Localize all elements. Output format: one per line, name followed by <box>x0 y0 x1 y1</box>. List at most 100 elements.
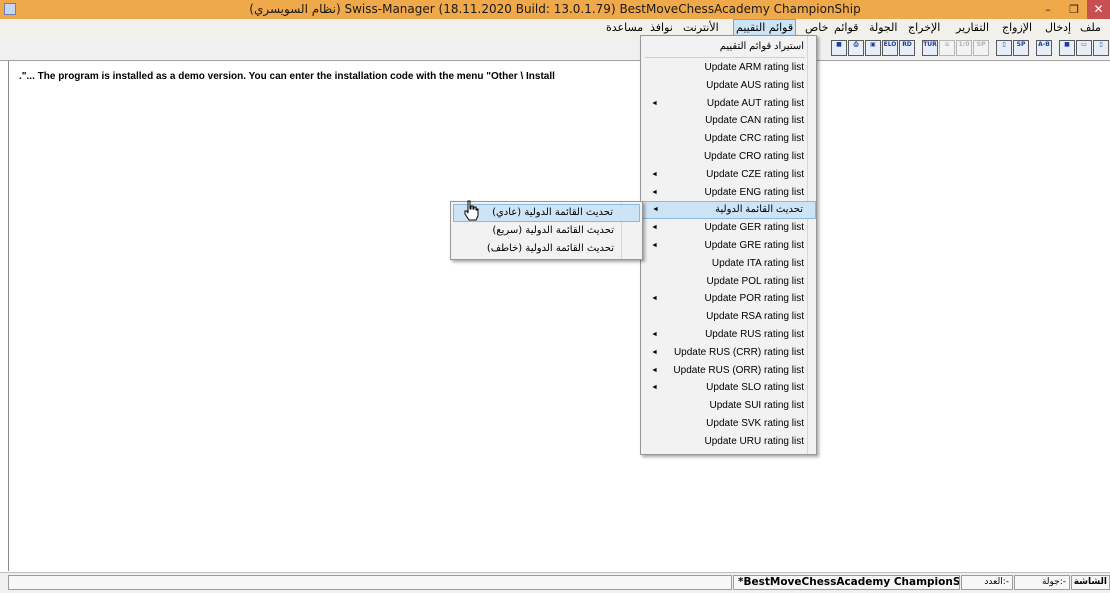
menu-reports[interactable]: التقارير <box>954 19 991 37</box>
submenu-arrow-icon: ◄ <box>651 170 658 178</box>
submenu-arrow-icon: ◄ <box>651 331 658 338</box>
rating-list-item[interactable]: Update RSA rating list <box>641 308 816 326</box>
close-icon[interactable]: ✕ <box>1087 0 1110 19</box>
rating-list-item[interactable]: ◄ Update RUS (ORR) rating list <box>641 362 816 380</box>
rating-list-label: Update POL rating list <box>706 275 804 287</box>
rating-list-item[interactable]: Update SVK rating list <box>641 415 816 433</box>
rr-disabled-icon[interactable]: 1:0 <box>956 40 972 56</box>
menu-help[interactable]: مساعدة <box>604 19 645 37</box>
menu-separator <box>645 57 805 58</box>
page-icon[interactable]: ▯ <box>996 40 1012 56</box>
submenu-arrow-icon: ◄ <box>651 366 658 374</box>
rating-list-label: Update CAN rating list <box>705 115 804 127</box>
fide-update-blitz-label: تحديث القائمة الدولية (خاطف) <box>486 243 614 254</box>
status-screen: الشاشة <box>1071 575 1110 590</box>
demo-message: ."... The program is installed as a demo… <box>19 71 555 82</box>
rating-list-label: Update CRO rating list <box>703 151 804 162</box>
rating-list-item[interactable]: ◄ Update CZE rating list <box>641 166 816 184</box>
save-icon[interactable]: ■ <box>1059 40 1075 56</box>
rating-list-item[interactable]: ◄ Update GRE rating list <box>641 237 816 255</box>
status-count: العدد:- <box>961 575 1013 590</box>
rating-list-item[interactable]: Update URU rating list <box>641 433 816 451</box>
elo-icon[interactable]: ELO <box>882 40 898 56</box>
rating-list-label: Update GER rating list <box>704 222 805 234</box>
rating-list-item[interactable]: ◄ Update RUS (CRR) rating list <box>641 344 816 362</box>
rating-list-label: Update RUS rating list <box>705 329 804 340</box>
tur-icon[interactable]: TUR <box>922 40 938 56</box>
rating-list-item[interactable]: Update POL rating list <box>641 273 816 291</box>
fide-update-rapid-item[interactable]: تحديث القائمة الدولية (سريع) <box>453 222 640 240</box>
main-panel: ."... The program is installed as a demo… <box>8 61 1110 571</box>
submenu-arrow-icon: ◄ <box>651 224 658 232</box>
rating-lists-menu: استيراد قوائم التقييم Update ARM rating … <box>640 35 817 455</box>
submenu-arrow-icon: ◄ <box>651 188 658 196</box>
rating-list-item[interactable]: ◄ Update POR rating list <box>641 290 816 308</box>
status-empty-pane <box>8 575 732 590</box>
rating-list-item[interactable]: Update CAN rating list <box>641 112 816 130</box>
rating-list-item[interactable]: ◄ Update ENG rating list <box>641 184 816 202</box>
menu-pairing[interactable]: الإزواج <box>1000 19 1034 37</box>
menu-round[interactable]: الجولة <box>867 19 899 37</box>
hand-cursor-icon <box>464 200 479 221</box>
list-disabled-icon[interactable]: ≡ <box>939 40 955 56</box>
menu-bar: ملف إدخال الإزواج التقارير الإخراج الجول… <box>0 19 1110 38</box>
rating-list-item[interactable]: Update ARM rating list <box>641 59 816 77</box>
rating-list-label: Update ENG rating list <box>704 186 805 198</box>
new-file-icon[interactable]: ▯ <box>1093 40 1109 56</box>
rating-list-item[interactable]: Update SUI rating list <box>641 397 816 415</box>
print-icon[interactable]: ⎙ <box>848 40 864 56</box>
rating-list-label: Update AUS rating list <box>706 79 804 91</box>
rating-list-label: Update CRC rating list <box>704 133 804 145</box>
rating-list-item[interactable]: Update AUS rating list <box>641 77 816 95</box>
rating-list-label: Update POR rating list <box>704 293 805 305</box>
rating-list-label: Update ARM rating list <box>704 62 805 73</box>
rating-list-label: Update CZE rating list <box>706 168 804 180</box>
rating-list-item[interactable]: Update CRC rating list <box>641 130 816 148</box>
rating-list-label: Update RSA rating list <box>706 311 804 323</box>
rating-list-label: تحديث القائمة الدولية <box>715 204 803 216</box>
fide-update-standard-item[interactable]: تحديث القائمة الدولية (عادي) <box>453 204 640 222</box>
status-bar: *BestMoveChessAcademy ChampionShip.TUNx … <box>0 572 1110 593</box>
rating-list-item[interactable]: ◄ Update AUT rating list <box>641 95 816 113</box>
open-folder-icon[interactable]: ▭ <box>1076 40 1092 56</box>
rating-list-label: Update SVK rating list <box>706 418 804 429</box>
sp-disabled-icon[interactable]: SP <box>973 40 989 56</box>
rating-list-label: Update RUS (ORR) rating list <box>673 364 804 376</box>
menu-output[interactable]: الإخراج <box>906 19 942 37</box>
import-rating-lists-item[interactable]: استيراد قوائم التقييم <box>641 38 816 56</box>
disk-icon[interactable]: ■ <box>831 40 847 56</box>
menu-file[interactable]: ملف <box>1078 19 1103 37</box>
title-bar[interactable]: (نظام السويسري) Swiss-Manager (18.11.202… <box>0 0 1110 19</box>
sp-icon[interactable]: SP <box>1013 40 1029 56</box>
rating-list-item[interactable]: Update CRO rating list <box>641 148 816 166</box>
import-rating-lists-label: استيراد قوائم التقييم <box>719 41 804 52</box>
rating-list-label: Update SLO rating list <box>706 382 804 394</box>
rating-list-item[interactable]: ◄ Update RUS rating list <box>641 326 816 344</box>
rating-list-label: Update RUS (CRR) rating list <box>673 346 804 358</box>
menu-lists[interactable]: قوائم <box>832 19 860 37</box>
fide-update-standard-label: تحديث القائمة الدولية (عادي) <box>492 207 613 218</box>
submenu-arrow-icon: ◄ <box>651 384 658 392</box>
fide-update-blitz-item[interactable]: تحديث القائمة الدولية (خاطف) <box>453 240 640 258</box>
fide-update-rapid-label: تحديث القائمة الدولية (سريع) <box>492 225 614 236</box>
rating-list-item[interactable]: ◄ Update SLO rating list <box>641 379 816 397</box>
rating-list-label: Update SUI rating list <box>709 400 805 412</box>
rating-list-label: Update GRE rating list <box>704 240 805 251</box>
status-file: *BestMoveChessAcademy ChampionShip.TUNx <box>733 575 960 590</box>
submenu-arrow-icon: ◄ <box>651 348 658 356</box>
submenu-arrow-icon: ◄ <box>651 242 658 249</box>
rating-list-item[interactable]: Update ITA rating list <box>641 255 816 273</box>
minimize-icon[interactable]: – <box>1035 0 1061 19</box>
submenu-arrow-icon: ◄ <box>651 99 658 107</box>
rd-icon[interactable]: RD <box>899 40 915 56</box>
screen-icon[interactable]: ▣ <box>865 40 881 56</box>
rating-list-item[interactable]: ◄ Update GER rating list <box>641 219 816 237</box>
rating-list-label: Update AUT rating list <box>706 97 804 109</box>
status-round: جولة:- <box>1014 575 1070 590</box>
maximize-icon[interactable]: ❐ <box>1061 0 1087 19</box>
menu-input[interactable]: إدخال <box>1043 19 1073 37</box>
rating-list-item[interactable]: ◄ تحديث القائمة الدولية <box>641 201 816 220</box>
submenu-arrow-icon: ◄ <box>652 206 659 214</box>
window-title: (نظام السويسري) Swiss-Manager (18.11.202… <box>249 2 861 16</box>
a-b-icon[interactable]: A-B <box>1036 40 1052 56</box>
